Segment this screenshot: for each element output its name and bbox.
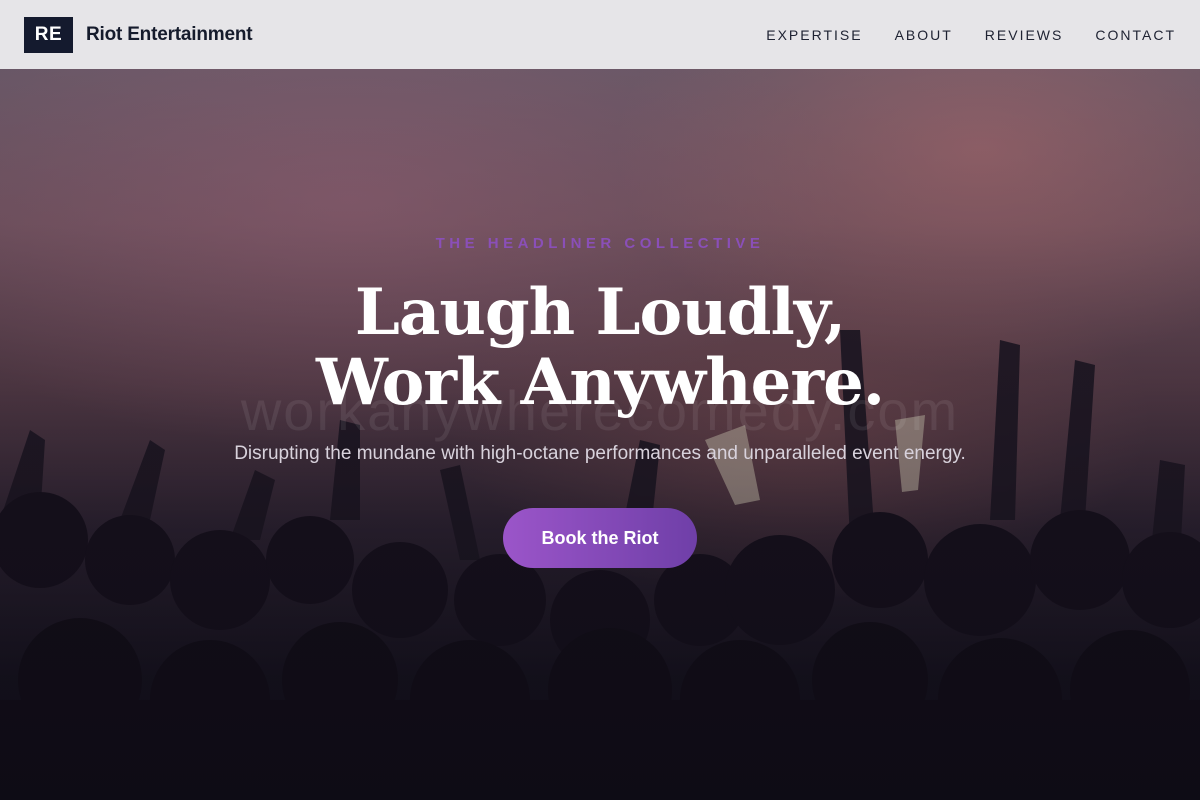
- hero-content: THE HEADLINER COLLECTIVE workanywherecom…: [0, 0, 1200, 800]
- headline-line-1: Laugh Loudly,: [354, 275, 846, 350]
- hero-subtitle: Disrupting the mundane with high-octane …: [234, 443, 966, 464]
- hero-headline: Laugh Loudly, Work Anywhere.: [0, 278, 1200, 418]
- hero-eyebrow: THE HEADLINER COLLECTIVE: [435, 235, 765, 252]
- book-the-riot-button[interactable]: Book the Riot: [503, 508, 697, 568]
- headline-line-2: Work Anywhere.: [315, 345, 885, 420]
